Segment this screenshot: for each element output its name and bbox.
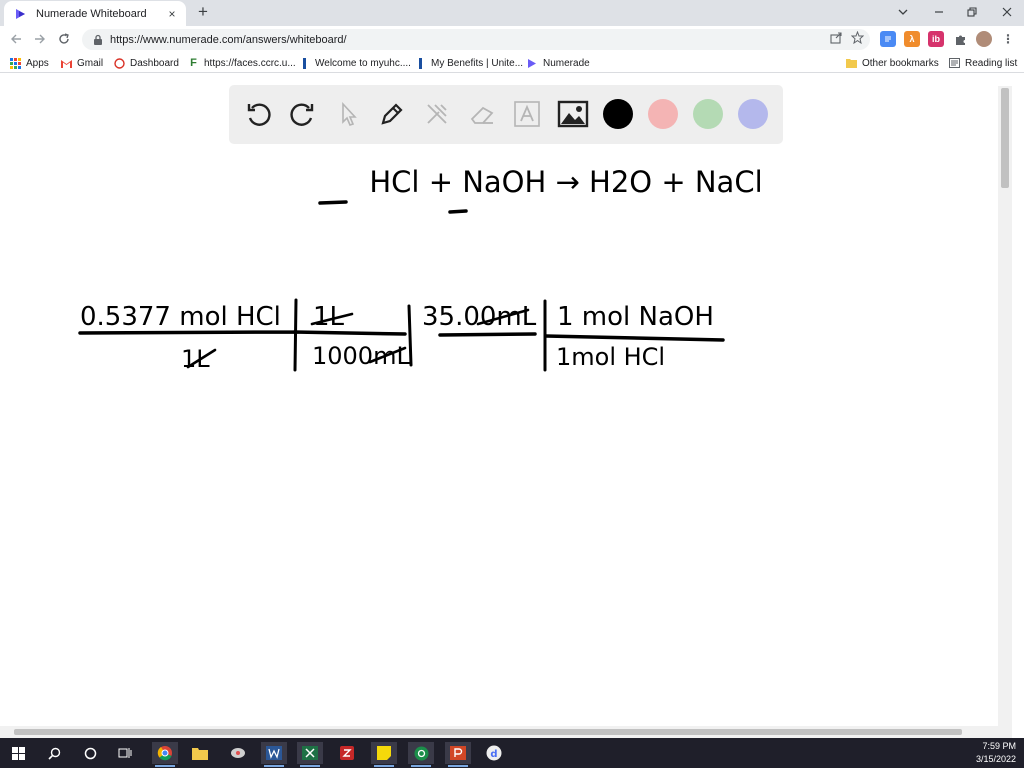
denominator-liter: 1L [181,345,210,373]
lock-icon [94,34,102,45]
vertical-scrollbar[interactable] [998,86,1012,726]
cortana-icon[interactable] [77,742,103,764]
bookmark-other[interactable]: Other bookmarks [846,56,939,70]
share-icon[interactable] [830,31,843,44]
bookmarks-bar: Apps Gmail Dashboard F https://faces.ccr… [0,53,1024,73]
svg-text:d: d [490,749,497,760]
bookmark-numerade[interactable]: Numerade [527,56,590,70]
app-red-icon[interactable] [334,742,360,764]
profile-avatar[interactable] [976,31,992,47]
horizontal-scroll-thumb[interactable] [14,729,962,735]
windows-start-icon[interactable] [5,742,31,764]
address-bar[interactable]: https://www.numerade.com/answers/whitebo… [82,29,870,50]
window-close-icon[interactable] [990,0,1024,24]
bookmark-apps[interactable]: Apps [10,56,49,70]
sticky-notes-icon[interactable] [371,742,397,767]
windows-taskbar: d 7:59 PM 3/15/2022 [0,738,1024,768]
numerator-hcl-molarity: 0.5377 mol HCl [80,302,281,332]
bookmark-gmail[interactable]: Gmail [61,56,103,70]
tab-numerade-whiteboard[interactable]: Numerade Whiteboard × [4,1,186,26]
back-icon[interactable] [6,29,26,49]
clock-date: 3/15/2022 [975,754,1016,764]
gmail-icon [61,58,72,69]
folder-icon [846,58,857,69]
numerade-icon [527,58,538,69]
faces-icon: F [190,57,197,69]
bookmark-dashboard[interactable]: Dashboard [114,56,179,70]
restore-icon[interactable] [955,0,989,24]
minimize-icon[interactable] [922,0,956,24]
page-right-gutter [1012,74,1024,738]
search-icon[interactable] [41,742,67,764]
app-green-icon[interactable] [408,742,434,767]
browser-menu-icon[interactable]: ⋮ [1000,31,1016,47]
bookmark-faces[interactable]: F https://faces.ccrc.u... [188,56,296,70]
horizontal-scrollbar[interactable] [0,726,1012,738]
denominator-milliliter: 1000mL [312,342,410,370]
numerator-volume: 35.00mL [422,302,537,332]
dashboard-icon [114,57,125,69]
snip-tool-icon[interactable] [225,742,251,764]
myuhc-icon [299,57,310,69]
tab-strip: Numerade Whiteboard × + [0,0,1024,26]
word-icon[interactable] [261,742,287,767]
bookmark-myuhc[interactable]: Welcome to myuhc.... [299,56,411,70]
forward-icon[interactable] [30,29,50,49]
excel-icon[interactable] [297,742,323,767]
tab-title: Numerade Whiteboard [36,7,147,20]
whiteboard-canvas[interactable]: HCl + NaOH → H2O + NaCl 0.5377 mol HCl 1… [0,74,1000,714]
vertical-scroll-thumb[interactable] [1001,88,1009,188]
denominator-mol-hcl: 1mol HCl [556,343,665,371]
reading-list-icon [949,58,960,69]
numerade-favicon-icon [16,8,25,19]
apps-grid-icon [10,57,21,69]
chrome-taskbar-icon[interactable] [152,742,178,767]
extension-orange-icon[interactable]: λ [904,31,920,47]
extension-ib-icon[interactable]: ib [928,31,944,47]
whiteboard-page: HCl + NaOH → H2O + NaCl 0.5377 mol HCl 1… [0,74,1024,738]
reload-icon[interactable] [54,29,74,49]
extensions-puzzle-icon[interactable] [952,31,968,47]
bookmark-benefits[interactable]: My Benefits | Unite... [415,56,523,70]
benefits-icon [415,57,426,69]
task-view-icon[interactable] [112,742,138,764]
docs-extension-icon[interactable] [880,31,896,47]
url-text: https://www.numerade.com/answers/whitebo… [110,33,347,46]
system-clock[interactable]: 7:59 PM 3/15/2022 [976,740,1016,766]
bookmark-star-icon[interactable] [851,31,864,44]
clock-time: 7:59 PM [982,741,1016,751]
tab-search-icon[interactable] [886,0,920,24]
powerpoint-icon[interactable] [445,742,471,767]
tab-close-icon[interactable]: × [164,6,180,22]
app-d-icon[interactable]: d [481,742,507,764]
equation-text: HCl + NaOH → H2O + NaCl [369,165,762,199]
reading-list[interactable]: Reading list [949,56,1017,70]
browser-toolbar: https://www.numerade.com/answers/whitebo… [0,26,1024,53]
new-tab-button[interactable]: + [194,2,212,21]
file-explorer-icon[interactable] [187,742,213,764]
numerator-mol-naoh: 1 mol NaOH [557,302,714,332]
